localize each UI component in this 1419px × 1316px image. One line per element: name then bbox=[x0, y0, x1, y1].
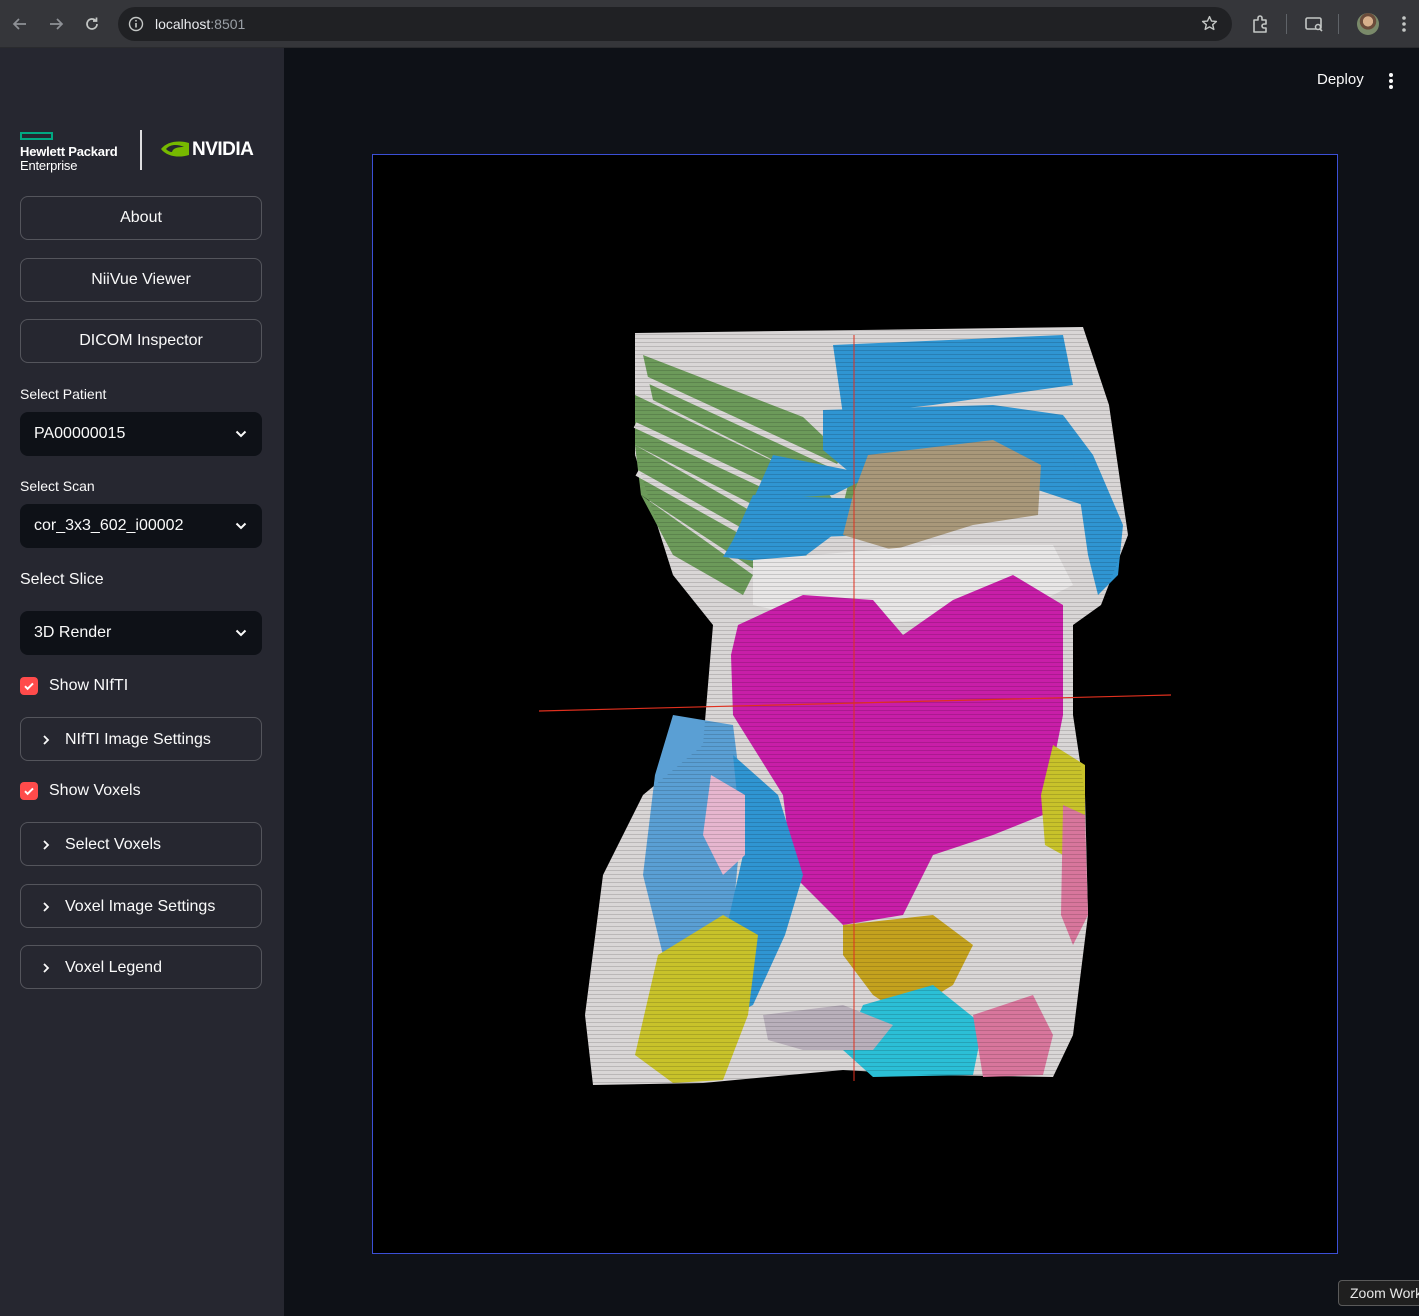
voxel-image-settings-label: Voxel Image Settings bbox=[65, 898, 216, 915]
forward-icon[interactable] bbox=[44, 12, 68, 36]
select-voxels-expander[interactable]: Select Voxels bbox=[20, 822, 262, 866]
zoom-tooltip: Zoom Work bbox=[1338, 1280, 1419, 1306]
show-voxels-label: Show Voxels bbox=[49, 782, 141, 799]
nifti-image-settings-label: NIfTI Image Settings bbox=[65, 731, 211, 748]
nvidia-eye-icon bbox=[160, 139, 190, 164]
hpe-logo-mark bbox=[20, 132, 53, 140]
checkbox-checked-icon[interactable] bbox=[20, 677, 38, 695]
toolbar-separator bbox=[1286, 14, 1287, 34]
voxel-image-settings-expander[interactable]: Voxel Image Settings bbox=[20, 884, 262, 928]
hpe-logo-text-line2: Enterprise bbox=[20, 158, 78, 173]
url-port: :8501 bbox=[210, 16, 246, 32]
chevron-down-icon bbox=[234, 427, 248, 446]
reload-icon[interactable] bbox=[80, 12, 104, 36]
nifti-image-settings-expander[interactable]: NIfTI Image Settings bbox=[20, 717, 262, 761]
dicom-inspector-button[interactable]: DICOM Inspector bbox=[20, 319, 262, 363]
slice-select[interactable]: 3D Render bbox=[20, 611, 262, 655]
hpe-logo-text-line1: Hewlett Packard bbox=[20, 144, 118, 159]
menu-icon[interactable] bbox=[1398, 14, 1410, 34]
voxel-legend-label: Voxel Legend bbox=[65, 959, 162, 976]
chevron-right-icon bbox=[40, 961, 52, 979]
select-slice-label: Select Slice bbox=[20, 571, 104, 588]
patient-select[interactable]: PA00000015 bbox=[20, 412, 262, 456]
show-nifti-checkbox[interactable]: Show NIfTI bbox=[20, 675, 128, 697]
select-patient-label: Select Patient bbox=[20, 386, 107, 402]
chevron-down-icon bbox=[234, 626, 248, 645]
scan-select[interactable]: cor_3x3_602_i00002 bbox=[20, 504, 262, 548]
browser-toolbar: localhost:8501 bbox=[0, 0, 1419, 48]
partner-logo: Hewlett Packard Enterprise NVIDIA bbox=[20, 130, 264, 174]
about-button[interactable]: About bbox=[20, 196, 262, 240]
checkbox-checked-icon[interactable] bbox=[20, 782, 38, 800]
select-scan-label: Select Scan bbox=[20, 478, 95, 494]
logo-divider bbox=[140, 130, 142, 170]
sidebar: Hewlett Packard Enterprise NVIDIA About … bbox=[0, 48, 284, 1316]
nvidia-logo-text: NVIDIA bbox=[192, 139, 254, 160]
more-options-icon[interactable] bbox=[1383, 71, 1399, 96]
volume-render bbox=[538, 327, 1172, 1085]
site-info-icon[interactable] bbox=[128, 16, 144, 32]
chevron-right-icon bbox=[40, 733, 52, 751]
patient-select-value: PA00000015 bbox=[34, 425, 126, 442]
url-host: localhost bbox=[155, 16, 211, 32]
deploy-button[interactable]: Deploy bbox=[1317, 71, 1364, 88]
chevron-right-icon bbox=[40, 900, 52, 918]
voxel-legend-expander[interactable]: Voxel Legend bbox=[20, 945, 262, 989]
extensions-icon[interactable] bbox=[1251, 14, 1271, 34]
back-icon[interactable] bbox=[8, 12, 32, 36]
scan-select-value: cor_3x3_602_i00002 bbox=[34, 517, 184, 534]
torso-render bbox=[585, 327, 1128, 1085]
toolbar-separator bbox=[1338, 14, 1339, 34]
slice-select-value: 3D Render bbox=[34, 624, 112, 641]
cast-icon[interactable] bbox=[1304, 14, 1324, 34]
bookmark-star-icon[interactable] bbox=[1201, 15, 1218, 32]
select-voxels-label: Select Voxels bbox=[65, 836, 162, 853]
niivue-canvas[interactable] bbox=[372, 154, 1338, 1254]
chevron-down-icon bbox=[234, 519, 248, 538]
show-voxels-checkbox[interactable]: Show Voxels bbox=[20, 780, 141, 802]
show-nifti-label: Show NIfTI bbox=[49, 677, 129, 694]
niivue-viewer-button[interactable]: NiiVue Viewer bbox=[20, 258, 262, 302]
url-text[interactable]: localhost:8501 bbox=[155, 16, 245, 32]
chevron-right-icon bbox=[40, 838, 52, 856]
profile-avatar[interactable] bbox=[1357, 13, 1379, 35]
address-bar[interactable]: localhost:8501 bbox=[118, 7, 1232, 41]
